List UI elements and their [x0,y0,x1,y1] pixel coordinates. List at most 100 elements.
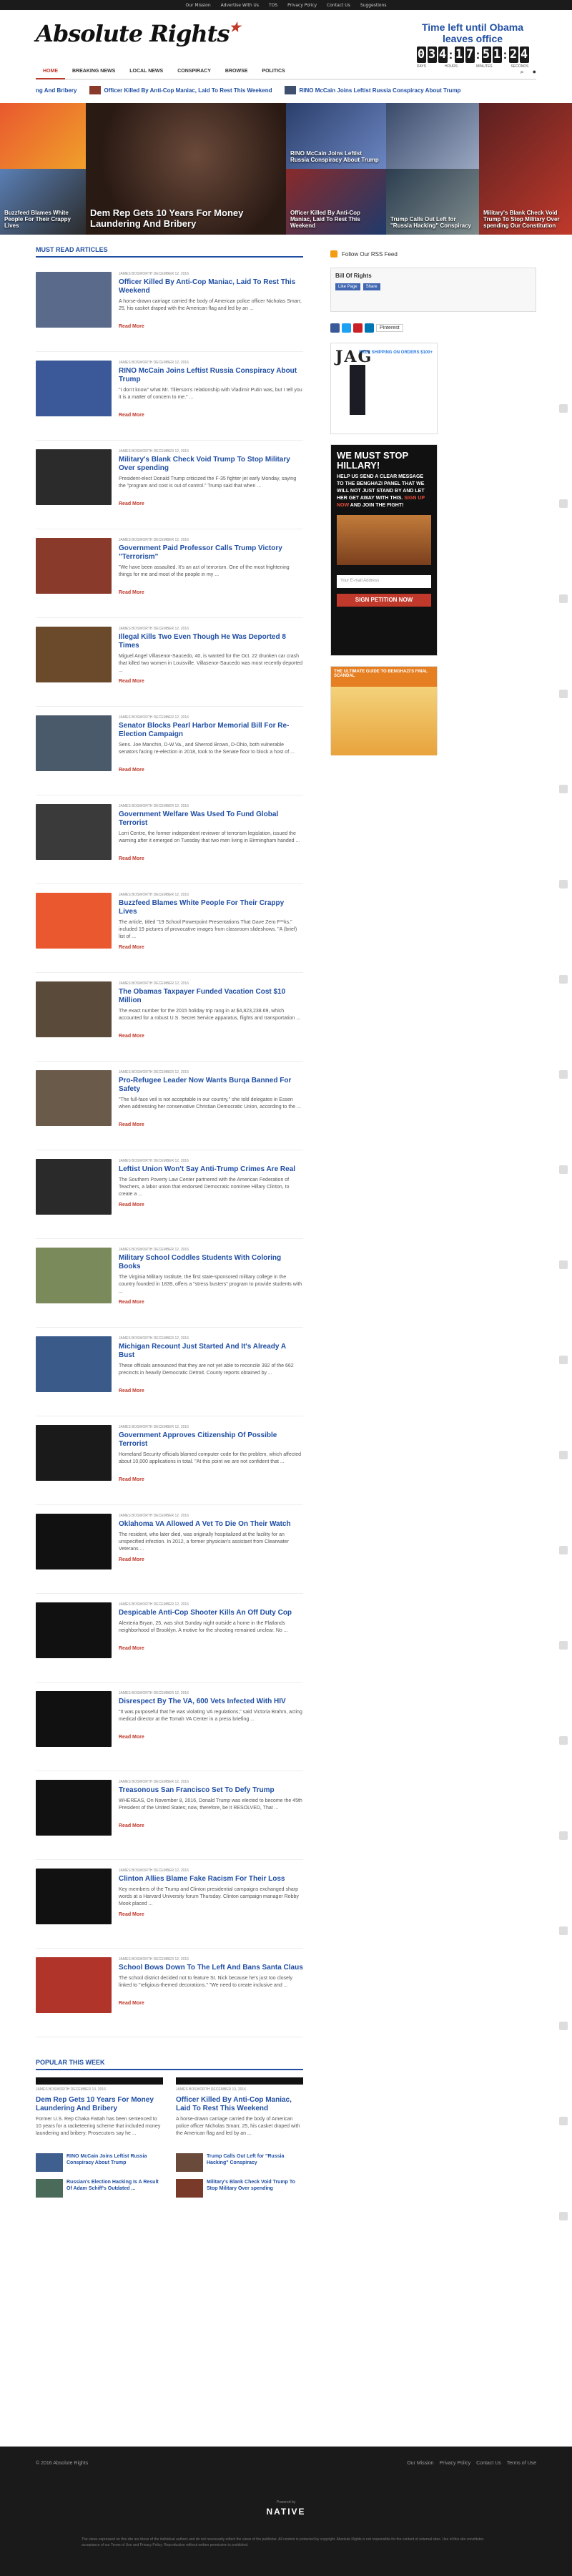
article-thumbnail[interactable] [36,981,112,1037]
scroll-marker[interactable] [559,1260,568,1269]
popular-small-item[interactable]: Trump Calls Out Left for "Russia Hacking… [176,2153,303,2172]
scroll-marker[interactable] [559,1546,568,1554]
read-more-link[interactable]: Read More [119,590,303,595]
search-icon[interactable]: ⌕ [521,68,524,76]
article-thumbnail[interactable] [36,804,112,860]
nav-item-conspiracy[interactable]: CONSPIRACY [170,64,218,79]
ticker-item[interactable]: RINO McCain Joins Leftist Russia Conspir… [285,86,460,94]
nav-item-breaking-news[interactable]: BREAKING NEWS [65,64,122,79]
article-thumbnail[interactable] [36,1780,112,1836]
article-title[interactable]: Military's Blank Check Void Trump To Sto… [119,456,303,473]
top-link[interactable]: Advertise With Us [221,3,259,8]
article-thumbnail[interactable] [36,1336,112,1392]
article-thumbnail[interactable] [36,1248,112,1303]
article-title[interactable]: Buzzfeed Blames White People For Their C… [119,899,303,916]
featured-tile[interactable]: Buzzfeed Blames White People For Their C… [0,169,86,235]
featured-tile[interactable]: Military's Blank Check Void Trump To Sto… [479,103,572,235]
article-title[interactable]: School Bows Down To The Left And Bans Sa… [119,1964,303,1972]
article-title[interactable]: Government Approves Citizenship Of Possi… [119,1431,303,1449]
linkedin-icon[interactable] [365,323,374,333]
scroll-marker[interactable] [559,1641,568,1650]
nav-item-local-news[interactable]: LOCAL NEWS [122,64,170,79]
popular-small-item[interactable]: RINO McCain Joins Leftist Russia Conspir… [36,2153,163,2172]
read-more-link[interactable]: Read More [119,501,303,506]
read-more-link[interactable]: Read More [119,1203,303,1208]
read-more-link[interactable]: Read More [119,1735,303,1740]
read-more-link[interactable]: Read More [119,945,303,950]
scroll-marker[interactable] [559,1451,568,1459]
read-more-link[interactable]: Read More [119,1823,303,1828]
read-more-link[interactable]: Read More [119,2001,303,2006]
site-logo[interactable]: Absolute Rights★ [36,20,241,47]
article-title[interactable]: Disrespect By The VA, 600 Vets Infected … [119,1698,303,1706]
scroll-marker[interactable] [559,594,568,603]
ticker-item[interactable]: Officer Killed By Anti-Cop Maniac, Laid … [89,86,272,94]
featured-tile[interactable]: Trump Calls Out Left for "Russia Hacking… [386,169,479,235]
article-title[interactable]: Leftist Union Won't Say Anti-Trump Crime… [119,1165,303,1174]
fb-like-button[interactable]: Like Page [335,283,360,290]
guide-ad[interactable]: THE ULTIMATE GUIDE TO BENGHAZI'S FINAL S… [330,666,438,755]
footer-link[interactable]: Contact Us [476,2461,501,2466]
email-input[interactable]: Your E-mail Address [337,575,431,588]
article-thumbnail[interactable] [36,893,112,949]
fb-page-title[interactable]: Bill Of Rights [335,273,531,279]
read-more-link[interactable]: Read More [119,768,303,773]
rss-follow[interactable]: Follow Our RSS Feed [330,250,536,258]
article-thumbnail[interactable] [36,1159,112,1215]
article-title[interactable]: Pro-Refugee Leader Now Wants Burqa Banne… [119,1077,303,1094]
footer-link[interactable]: Our Mission [407,2461,433,2466]
scroll-marker[interactable] [559,1165,568,1174]
scroll-marker[interactable] [559,2212,568,2220]
article-title[interactable]: Officer Killed By Anti-Cop Maniac, Laid … [119,278,303,295]
read-more-link[interactable]: Read More [119,324,303,329]
article-title[interactable]: Illegal Kills Two Even Though He Was Dep… [119,633,303,650]
article-thumbnail[interactable] [36,1869,112,1924]
article-title[interactable]: Government Welfare Was Used To Fund Glob… [119,810,303,828]
pinterest-button[interactable]: Pinterest [376,324,403,332]
scroll-marker[interactable] [559,1831,568,1840]
article-title[interactable]: Oklahoma VA Allowed A Vet To Die On Thei… [119,1520,303,1529]
sign-petition-button[interactable]: SIGN PETITION NOW [337,594,431,607]
scroll-marker[interactable] [559,785,568,793]
article-title[interactable]: Military School Coddles Students With Co… [119,1254,303,1271]
article-thumbnail[interactable] [36,1070,112,1126]
article-thumbnail[interactable] [36,1602,112,1658]
featured-main-tile[interactable]: Dem Rep Gets 10 Years For Money Launderi… [86,103,286,235]
top-link[interactable]: Privacy Policy [287,3,317,8]
card-title[interactable]: Officer Killed By Anti-Cop Maniac, Laid … [176,2096,303,2113]
ticker-item[interactable]: ng And Bribery [36,87,77,94]
footer-link[interactable]: Terms of Use [507,2461,536,2466]
card-title[interactable]: Dem Rep Gets 10 Years For Money Launderi… [36,2096,163,2113]
featured-tile[interactable]: RINO McCain Joins Leftist Russia Conspir… [286,103,386,169]
article-thumbnail[interactable] [36,1957,112,2013]
popular-card[interactable]: JAMES BOSWORTH DECEMBER 13, 2016 Officer… [176,2077,303,2145]
article-title[interactable]: Michigan Recount Just Started And It's A… [119,1343,303,1360]
top-link[interactable]: Contact Us [327,3,350,8]
native-logo[interactable]: NATIVE [0,2507,572,2517]
popular-card[interactable]: JAMES BOSWORTH DECEMBER 13, 2016 Dem Rep… [36,2077,163,2145]
read-more-link[interactable]: Read More [119,1389,303,1394]
article-thumbnail[interactable] [36,361,112,416]
fb-share-button[interactable]: Share [363,283,380,290]
featured-tile[interactable] [386,103,479,169]
read-more-link[interactable]: Read More [119,679,303,684]
read-more-link[interactable]: Read More [119,1912,303,1917]
read-more-link[interactable]: Read More [119,856,303,861]
scroll-marker[interactable] [559,975,568,984]
top-link[interactable]: Our Mission [186,3,211,8]
featured-tile[interactable]: Officer Killed By Anti-Cop Maniac, Laid … [286,169,386,235]
article-thumbnail[interactable] [36,538,112,594]
article-title[interactable]: The Obamas Taxpayer Funded Vacation Cost… [119,988,303,1005]
popular-small-item[interactable]: Military's Blank Check Void Trump To Sto… [176,2179,303,2198]
article-thumbnail[interactable] [36,627,112,682]
scroll-marker[interactable] [559,2022,568,2030]
nav-item-home[interactable]: HOME [36,64,65,79]
read-more-link[interactable]: Read More [119,1557,303,1562]
article-thumbnail[interactable] [36,1425,112,1481]
read-more-link[interactable]: Read More [119,1646,303,1651]
nav-item-politics[interactable]: POLITICS [255,64,292,79]
article-title[interactable]: Clinton Allies Blame Fake Racism For The… [119,1875,303,1884]
featured-tile[interactable] [0,103,86,169]
scroll-marker[interactable] [559,1926,568,1935]
article-thumbnail[interactable] [36,272,112,328]
